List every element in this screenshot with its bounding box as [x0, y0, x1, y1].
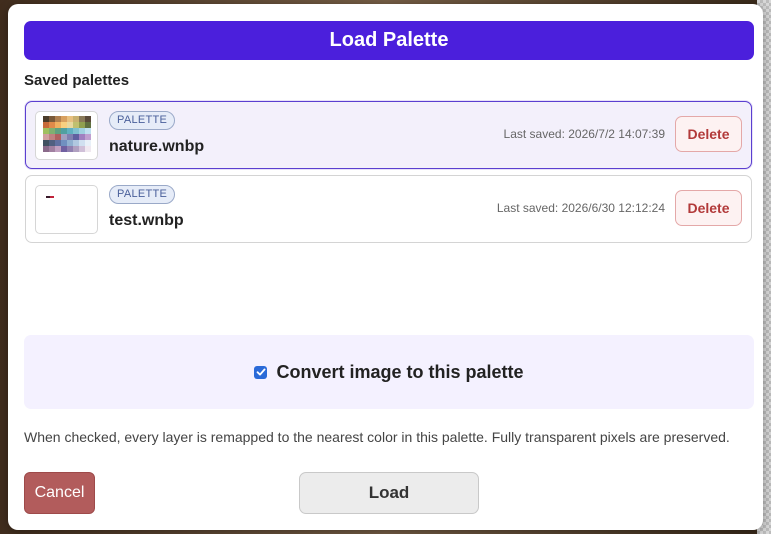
palette-type-badge: PALETTE [109, 111, 176, 130]
palette-swatch [43, 116, 49, 122]
section-label: Saved palettes [24, 72, 130, 89]
palette-swatch [85, 128, 91, 134]
palette-swatch [55, 128, 61, 134]
palette-swatch [67, 146, 73, 152]
last-saved-text: Last saved: 2026/6/30 12:12:24 [496, 201, 665, 215]
palette-item-nature[interactable]: PALETTE nature.wnbp Last saved: 2026/7/2… [25, 101, 752, 169]
last-saved-text: Last saved: 2026/7/2 14:07:39 [503, 127, 665, 141]
palette-swatch [67, 134, 73, 140]
load-button[interactable]: Load [299, 472, 479, 514]
palette-swatch [49, 122, 55, 128]
palette-swatch-grid [46, 196, 54, 198]
palette-swatch [55, 146, 61, 152]
palette-swatch [85, 140, 91, 146]
palette-swatch [43, 146, 49, 152]
palette-swatch [49, 140, 55, 146]
palette-swatch [73, 128, 79, 134]
checkmark-icon [256, 368, 266, 376]
palette-swatch [85, 134, 91, 140]
palette-swatch [61, 134, 67, 140]
palette-swatch [49, 146, 55, 152]
palette-swatch [73, 116, 79, 122]
palette-swatch [79, 116, 85, 122]
palette-item-test[interactable]: PALETTE test.wnbp Last saved: 2026/6/30 … [25, 175, 752, 243]
delete-button[interactable]: Delete [675, 190, 742, 226]
palette-swatch [61, 122, 67, 128]
palette-swatch [67, 140, 73, 146]
delete-button[interactable]: Delete [675, 116, 742, 152]
palette-swatch [43, 134, 49, 140]
palette-swatch [49, 134, 55, 140]
cancel-button[interactable]: Cancel [24, 472, 95, 514]
palette-swatch [79, 122, 85, 128]
palette-swatch [67, 116, 73, 122]
palette-name: test.wnbp [109, 212, 184, 229]
palette-thumbnail [35, 111, 98, 160]
palette-swatch [55, 116, 61, 122]
palette-swatch [43, 128, 49, 134]
palette-swatch [79, 146, 85, 152]
convert-checkbox[interactable] [254, 365, 268, 379]
palette-name: nature.wnbp [109, 138, 205, 155]
palette-swatch [61, 146, 67, 152]
convert-option-panel[interactable]: Convert image to this palette [24, 335, 754, 409]
palette-swatch [43, 122, 49, 128]
palette-list: PALETTE nature.wnbp Last saved: 2026/7/2… [24, 98, 754, 320]
palette-swatch [67, 128, 73, 134]
palette-swatch [55, 134, 61, 140]
palette-type-badge: PALETTE [109, 185, 176, 204]
palette-swatch-grid [43, 116, 91, 152]
palette-swatch [73, 122, 79, 128]
palette-swatch [61, 128, 67, 134]
palette-swatch [73, 140, 79, 146]
palette-swatch [85, 116, 91, 122]
dialog-title: Load Palette [24, 21, 754, 60]
palette-thumbnail [35, 185, 98, 234]
load-palette-dialog: Load Palette Saved palettes PALETTE natu… [8, 4, 763, 530]
palette-swatch [55, 140, 61, 146]
palette-swatch [49, 128, 55, 134]
palette-swatch [73, 134, 79, 140]
palette-swatch [49, 116, 55, 122]
palette-swatch [73, 146, 79, 152]
help-text: When checked, every layer is remapped to… [24, 429, 730, 445]
palette-swatch [79, 134, 85, 140]
palette-swatch [61, 140, 67, 146]
palette-swatch [55, 122, 61, 128]
palette-swatch [79, 140, 85, 146]
palette-swatch [85, 122, 91, 128]
convert-label[interactable]: Convert image to this palette [276, 362, 523, 383]
palette-swatch [85, 146, 91, 152]
palette-swatch [61, 116, 67, 122]
palette-swatch [67, 122, 73, 128]
palette-swatch [79, 128, 85, 134]
palette-swatch [43, 140, 49, 146]
